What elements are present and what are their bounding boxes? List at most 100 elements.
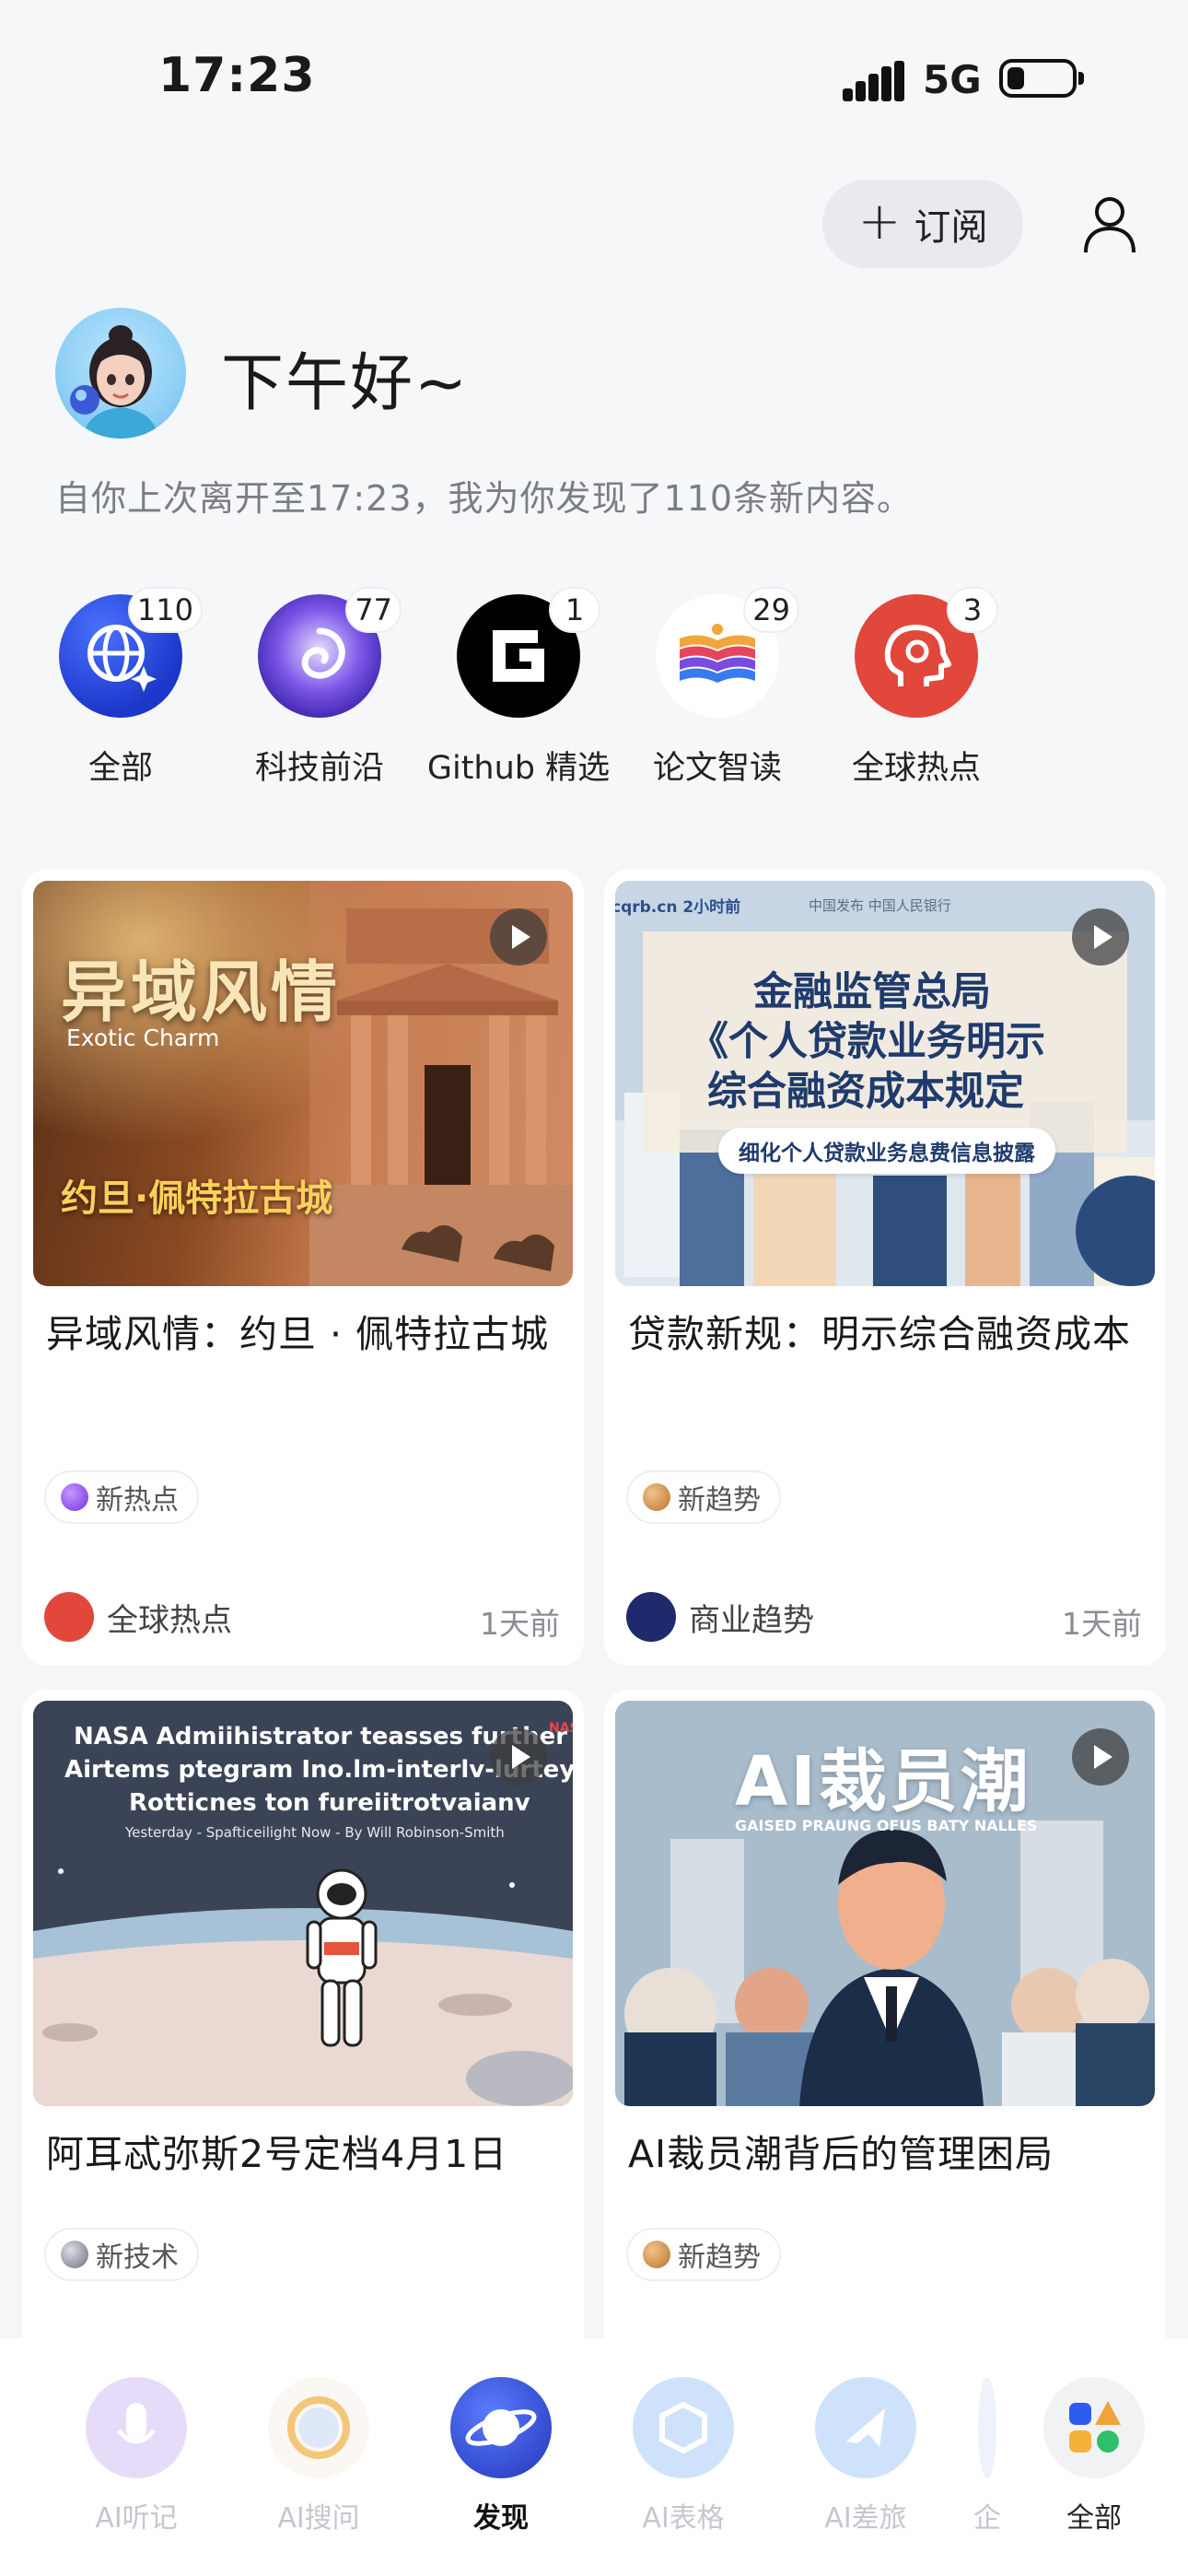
thumb-headline: 异域风情	[61, 954, 342, 1031]
nav-enterprise[interactable]: 企	[950, 2377, 1024, 2535]
topic-tag[interactable]: 新技术	[44, 2228, 199, 2281]
subscribe-label: 订阅	[914, 206, 988, 249]
profile-icon[interactable]	[1083, 195, 1136, 254]
bottom-nav: AI听记 AI搜问 发现 AI表格 AI差旅 企 全部	[0, 2338, 1188, 2576]
play-icon[interactable]	[490, 908, 547, 966]
subscribe-button[interactable]: + 订阅	[822, 180, 1023, 268]
tech-icon	[61, 2241, 88, 2268]
nav-ai-sheet[interactable]: AI表格	[610, 2377, 757, 2535]
greeting-title: 下午好~	[221, 347, 469, 420]
thumb-line: 《个人贷款业务明示	[689, 1019, 1045, 1065]
nav-label: AI听记	[95, 2502, 178, 2535]
topic-tag[interactable]: 新趋势	[626, 1470, 781, 1524]
channel-github[interactable]: 1 Github 精选	[422, 587, 615, 789]
card-time: 1天前	[1062, 1606, 1142, 1642]
card-thumbnail: NASA Admiihistrator teasses further Airt…	[33, 1701, 573, 2106]
channel-list: 110 全部 77 科技前沿 1 Github 精选 29 论文智读 3 全球热…	[0, 587, 1188, 797]
play-icon[interactable]	[1072, 908, 1129, 966]
channel-label: 全部	[87, 750, 153, 787]
book-icon: 29	[656, 587, 799, 718]
channel-label: 论文智读	[652, 750, 782, 787]
status-time: 17:23	[158, 48, 316, 103]
galaxy-icon: 77	[258, 587, 402, 718]
feed-card[interactable]: NASA Admiihistrator teasses further Airt…	[22, 1690, 584, 2390]
card-title: 阿耳忒弥斯2号定档4月1日	[46, 2132, 508, 2176]
hot-topic-icon	[61, 1483, 88, 1511]
search-ring-icon	[268, 2377, 369, 2478]
assistant-avatar	[55, 308, 186, 439]
feed-card[interactable]: cqrb.cn 2小时前 中国发布 中国人民银行 金融监管总局 《个人贷款业务明…	[604, 870, 1166, 1666]
nav-all[interactable]: 全部	[1020, 2377, 1168, 2535]
thumb-caption: 约旦·佩特拉古城	[61, 1177, 333, 1220]
nav-ai-listen[interactable]: AI听记	[63, 2377, 210, 2535]
thumb-line: 金融监管总局	[753, 969, 991, 1015]
nav-label: AI搜问	[277, 2502, 360, 2535]
global-hotspot-source-icon	[44, 1592, 94, 1642]
channel-all[interactable]: 110 全部	[24, 587, 217, 789]
tag-label: 新趋势	[678, 1484, 761, 1516]
card-thumbnail: cqrb.cn 2小时前 中国发布 中国人民银行 金融监管总局 《个人贷款业务明…	[615, 881, 1155, 1286]
card-source[interactable]: 全球热点	[44, 1592, 232, 1642]
card-thumbnail: 异域风情 Exotic Charm 约旦·佩特拉古城	[33, 881, 573, 1286]
trend-icon	[643, 1483, 670, 1511]
nav-ai-search[interactable]: AI搜问	[245, 2377, 392, 2535]
tag-label: 新趋势	[678, 2242, 761, 2274]
greeting-summary: 自你上次离开至17:23，我为你发现了110条新内容。	[55, 478, 914, 519]
status-bar: 17:23 5G	[0, 0, 1188, 157]
business-trend-source-icon	[626, 1592, 676, 1642]
thumb-subtitle: GAISED PRAUNG OFUS BATY NALLES	[735, 1817, 1038, 1834]
channel-label: Github 精选	[426, 750, 611, 787]
thumb-corner: NAS	[549, 1721, 573, 1736]
nav-label: 企	[973, 2502, 1001, 2535]
source-label: 商业趋势	[689, 1601, 814, 1639]
trend-icon	[643, 2241, 670, 2268]
count-badge: 77	[345, 587, 402, 633]
channel-paper-reading[interactable]: 29 论文智读	[621, 587, 814, 789]
card-source[interactable]: 商业趋势	[626, 1592, 814, 1642]
topic-tag[interactable]: 新趋势	[626, 2228, 781, 2281]
card-time: 1天前	[480, 1606, 560, 1642]
plus-icon: +	[857, 192, 902, 252]
card-thumbnail: AI裁员潮 GAISED PRAUNG OFUS BATY NALLES	[615, 1701, 1155, 2106]
source-label: 全球热点	[107, 1601, 232, 1639]
channel-label: 全球热点	[851, 750, 981, 787]
signal-icon	[843, 61, 905, 101]
topic-tag[interactable]: 新热点	[44, 1470, 199, 1524]
card-title: AI裁员潮背后的管理困局	[628, 2132, 1054, 2176]
feed-card[interactable]: AI裁员潮 GAISED PRAUNG OFUS BATY NALLES AI裁…	[604, 1690, 1166, 2390]
apps-grid-icon	[1043, 2377, 1145, 2478]
thumb-headline: AI裁员潮	[735, 1742, 1031, 1821]
nav-label: AI表格	[642, 2502, 725, 2535]
battery-icon	[999, 59, 1084, 98]
count-badge: 110	[127, 587, 203, 633]
card-title: 贷款新规：明示综合融资成本	[628, 1312, 1131, 1356]
card-title: 异域风情：约旦 · 佩特拉古城	[46, 1312, 550, 1356]
thumb-source-line: cqrb.cn 2小时前	[615, 898, 741, 917]
thumb-line: 综合融资成本规定	[707, 1069, 1024, 1115]
nav-discover[interactable]: 发现	[427, 2377, 575, 2535]
play-icon[interactable]	[490, 1728, 547, 1786]
planet-icon	[450, 2377, 552, 2478]
channel-label: 科技前沿	[254, 750, 384, 787]
nav-label: 发现	[473, 2502, 529, 2535]
plane-icon	[815, 2377, 916, 2478]
tag-label: 新技术	[96, 2242, 179, 2274]
play-icon[interactable]	[1072, 1728, 1129, 1786]
microphone-icon	[86, 2377, 187, 2478]
feed-card[interactable]: 异域风情 Exotic Charm 约旦·佩特拉古城 异域风情：约旦 · 佩特拉…	[22, 870, 584, 1666]
thumb-line: Rotticnes ton fureiitrotvaianv	[129, 1789, 530, 1817]
channel-global-hotspot[interactable]: 3 全球热点	[820, 587, 1013, 789]
table-cube-icon	[633, 2377, 734, 2478]
channel-tech-frontier[interactable]: 77 科技前沿	[223, 587, 416, 789]
thumb-subtitle: Exotic Charm	[66, 1025, 220, 1051]
head-profile-icon: 3	[855, 587, 998, 718]
thumb-pill: 细化个人贷款业务息费信息披露	[718, 1128, 1055, 1174]
count-badge: 3	[947, 587, 998, 633]
nav-label: AI差旅	[824, 2502, 907, 2535]
count-badge: 1	[549, 587, 600, 633]
enterprise-icon	[978, 2377, 996, 2478]
nav-ai-travel[interactable]: AI差旅	[792, 2377, 939, 2535]
nav-label: 全部	[1066, 2502, 1122, 2535]
tag-label: 新热点	[96, 1484, 179, 1516]
count-badge: 29	[743, 587, 799, 633]
